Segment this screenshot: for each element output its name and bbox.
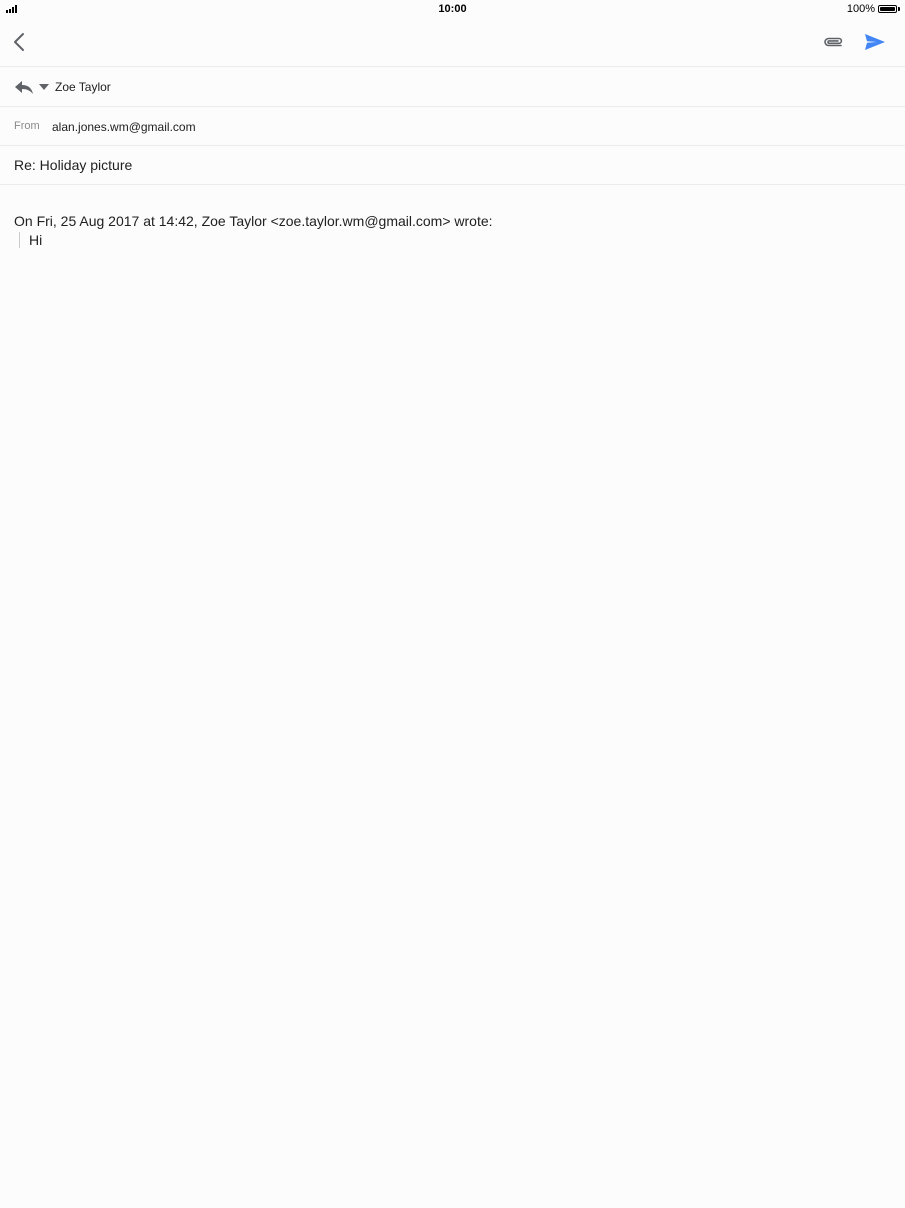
status-time: 10:00	[438, 3, 467, 15]
status-bar: 10:00 100%	[0, 0, 905, 18]
battery-tip	[898, 7, 900, 11]
reply-icon[interactable]	[14, 79, 34, 95]
battery-indicator: 100%	[847, 3, 900, 15]
to-row[interactable]: Zoe Taylor	[0, 67, 905, 107]
from-label: From	[14, 120, 40, 132]
paperclip-icon	[824, 37, 843, 47]
compose-body[interactable]: On Fri, 25 Aug 2017 at 14:42, Zoe Taylor…	[0, 185, 905, 1208]
compose-toolbar	[0, 18, 905, 67]
recipient-name[interactable]: Zoe Taylor	[55, 80, 111, 94]
from-row[interactable]: From alan.jones.wm@gmail.com	[0, 107, 905, 146]
attach-button[interactable]	[821, 30, 845, 54]
triangle-down-icon[interactable]	[39, 84, 49, 90]
quoted-text: Hi	[19, 232, 42, 248]
compose-screen: 10:00 100% Zoe Taylor From alan.jones.wm…	[0, 0, 905, 1208]
battery-percent: 100%	[846, 3, 875, 15]
send-icon	[865, 34, 885, 50]
battery-fill	[880, 7, 895, 11]
send-button[interactable]	[863, 30, 887, 54]
subject-row[interactable]: Re: Holiday picture	[0, 146, 905, 185]
from-address[interactable]: alan.jones.wm@gmail.com	[52, 120, 196, 134]
battery-icon	[878, 5, 897, 13]
chevron-left-icon	[14, 33, 24, 51]
back-button[interactable]	[8, 30, 32, 54]
quoted-header: On Fri, 25 Aug 2017 at 14:42, Zoe Taylor…	[14, 213, 493, 229]
subject-field[interactable]: Re: Holiday picture	[14, 157, 132, 173]
